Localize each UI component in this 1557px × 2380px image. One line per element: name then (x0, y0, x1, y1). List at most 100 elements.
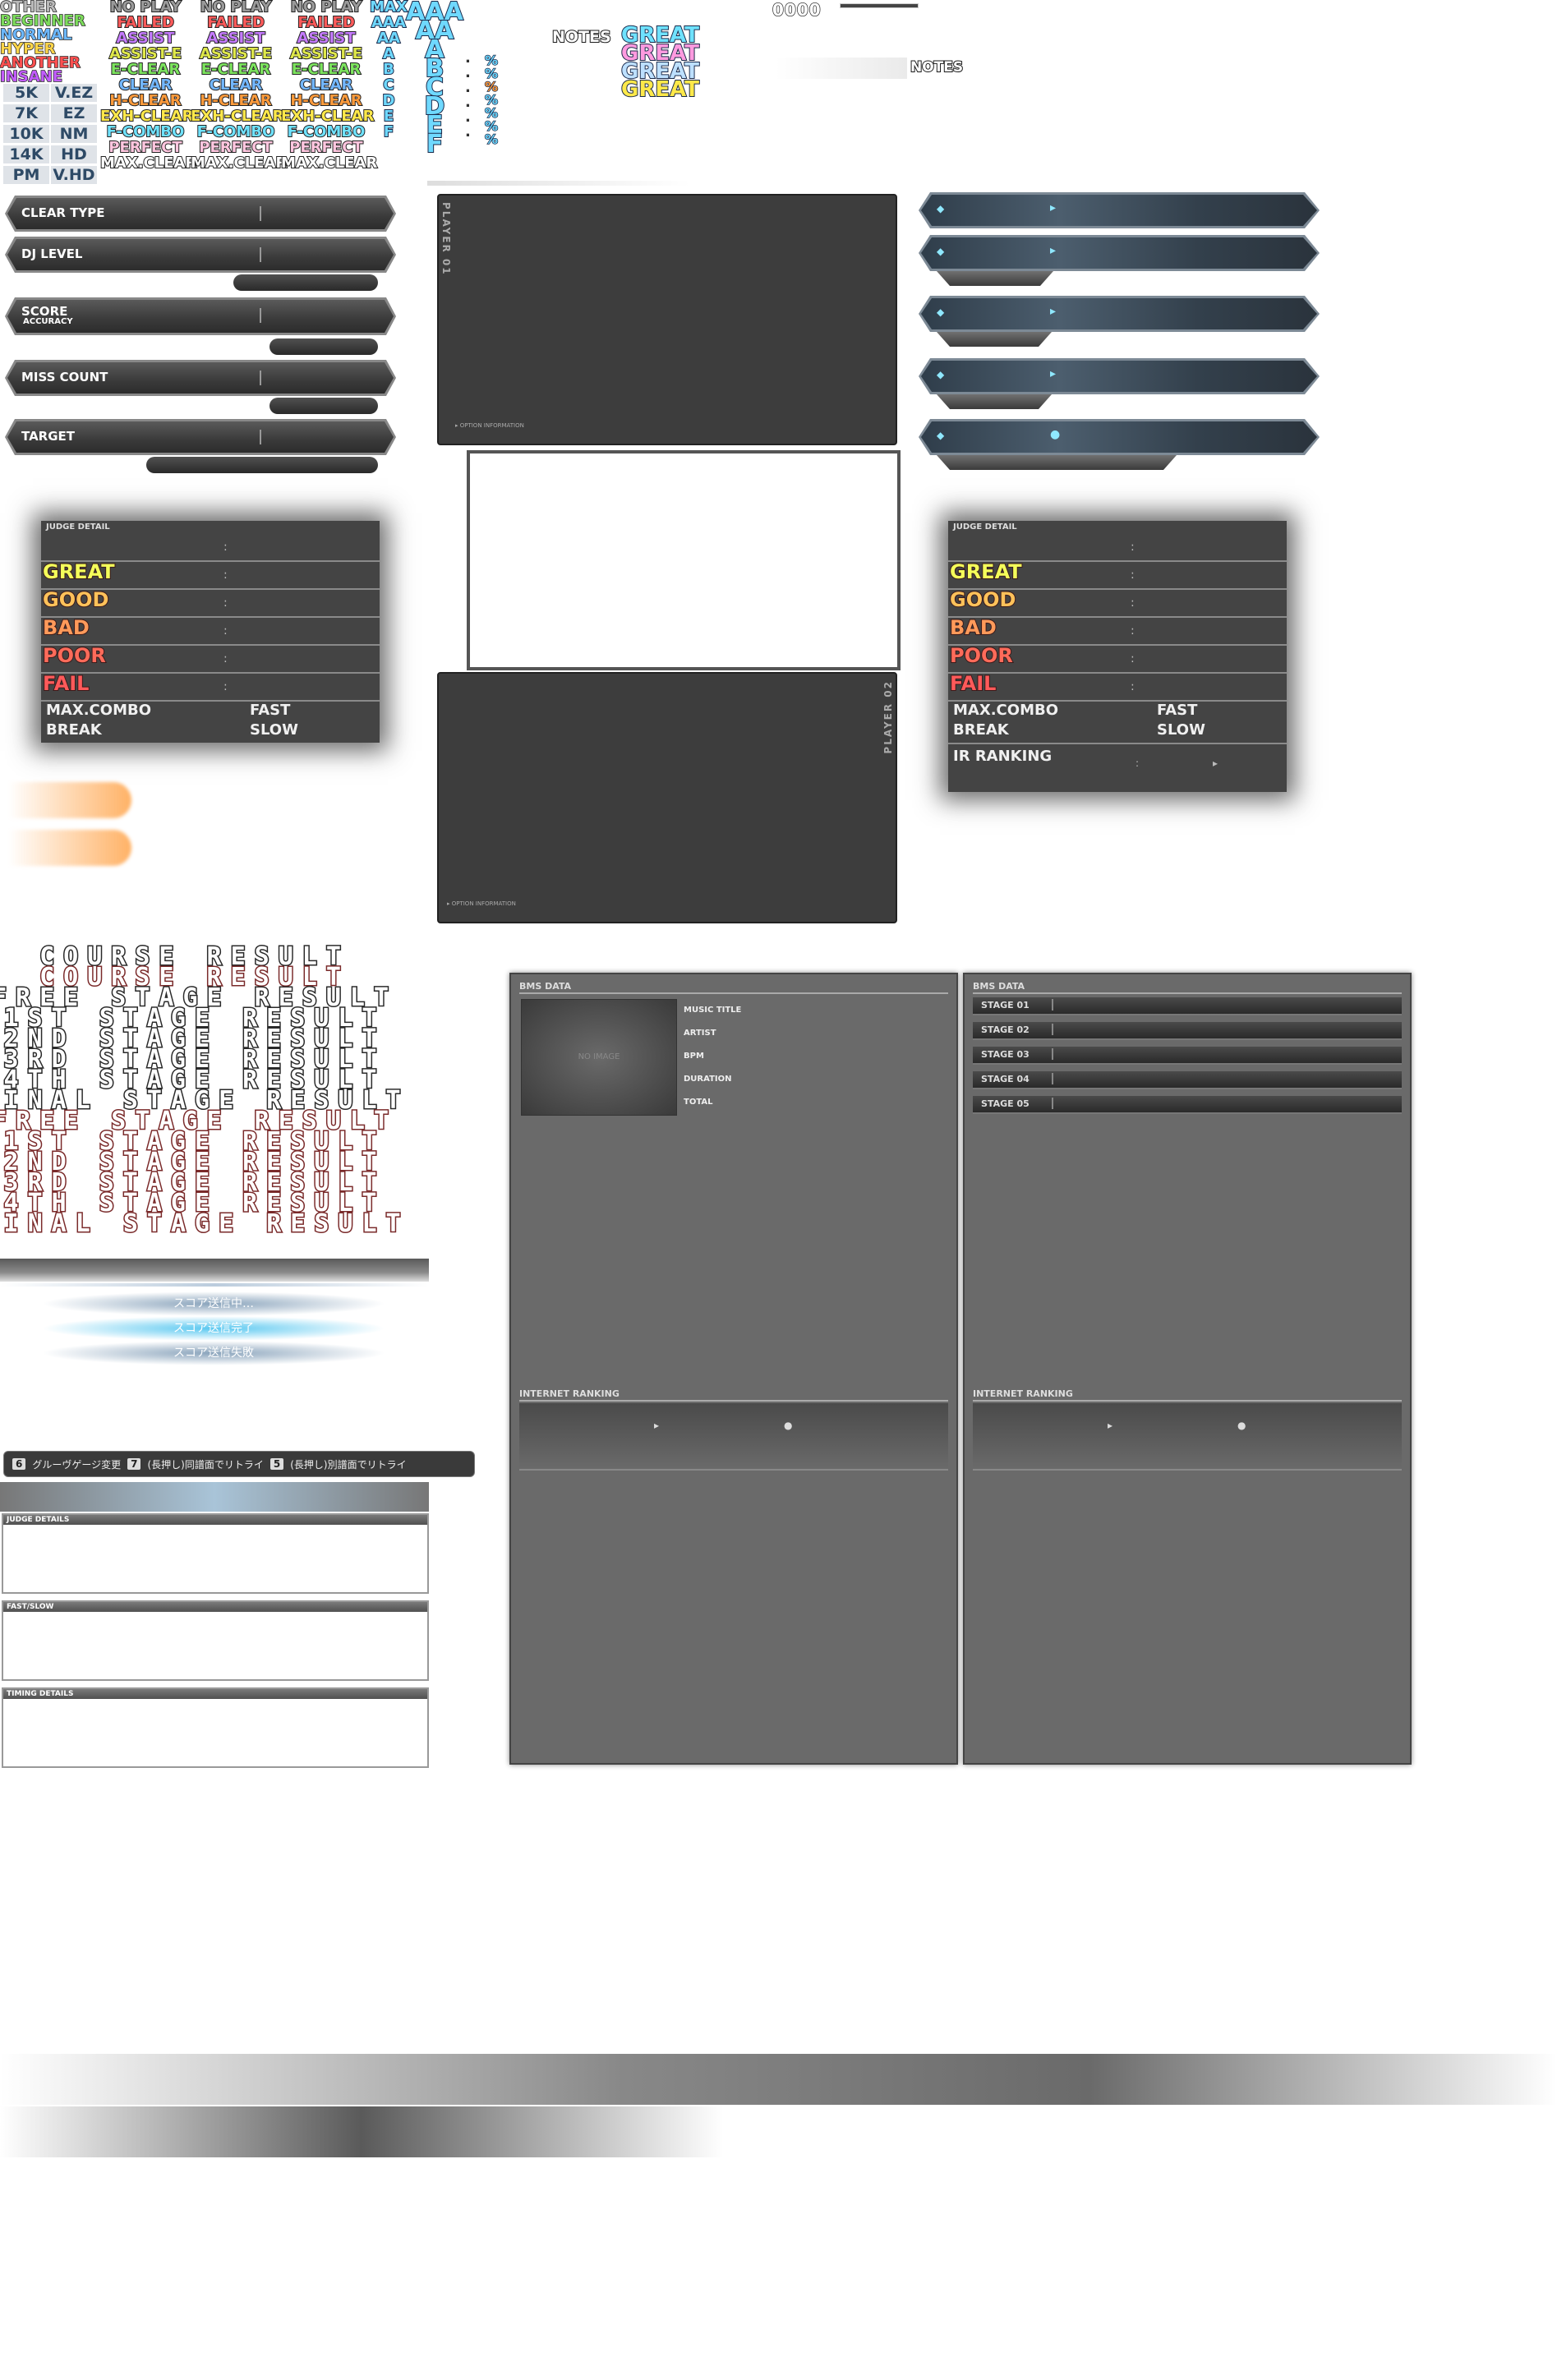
percent-dot-column: ...... (465, 51, 471, 143)
great-label: GREAT (620, 23, 700, 48)
player-02-option: ▸ OPTION INFORMATION (447, 900, 516, 907)
detail-box-title: TIMING DETAILS (7, 1690, 74, 1698)
great-label: GREAT (620, 41, 700, 66)
max-combo-right-label: MAX.COMBO (953, 702, 1059, 719)
judge-colon: : (1131, 541, 1135, 554)
player-01-option: ▸ OPTION INFORMATION (455, 422, 524, 429)
key-mode-tag: 7K (3, 104, 49, 122)
digit-underline (840, 3, 919, 8)
detail-box-header: JUDGE DETAILS (3, 1515, 427, 1525)
bms-data-left-panel: BMS DATA NO IMAGE MUSIC TITLE ARTIST BPM DU… (509, 973, 958, 1765)
big-rank-column: AAA AA A B C D E F (405, 0, 464, 158)
judge-row: GREAT: (948, 560, 1287, 590)
gauge-mode-tag: EZ (51, 104, 97, 122)
judge-detail-right: JUDGE DETAIL : GREAT: GOOD: BAD: POOR: FAIL:… (948, 521, 1287, 792)
judge-detail-right-header: JUDGE DETAIL (953, 522, 1017, 532)
stage-bar: STAGE 05 (973, 1096, 1402, 1114)
judge-colon: : (223, 652, 228, 665)
ir-status-text: スコア送信完了 (41, 1316, 386, 1341)
bar-inner (921, 361, 1317, 392)
judge-name: FAIL (42, 672, 90, 695)
judge-row: GOOD: (948, 588, 1287, 618)
right-status-bar: ◆ ▸ (919, 358, 1320, 394)
key-hint-text: グルーヴゲージ変更 (32, 1458, 122, 1471)
bar-left-dot-icon: ◆ (937, 203, 945, 214)
clear-type-label: CLEAR TYPE (21, 205, 105, 220)
score-bar: SCORE ACCURACY (5, 297, 396, 335)
bar-left-dot-icon: ◆ (937, 369, 945, 380)
gauge-mode-tag: V.EZ (51, 84, 97, 102)
stage-label: STAGE 04 (981, 1074, 1030, 1084)
notes-label-2: NOTES (910, 59, 964, 76)
miss-count-sub-pill (269, 398, 378, 414)
stage-bar: STAGE 02 (973, 1022, 1402, 1040)
stage-bar: STAGE 03 (973, 1047, 1402, 1065)
bar-inner (921, 421, 1317, 453)
digit-strip: 0000 (772, 0, 822, 21)
dj-level-sub-pill (233, 274, 378, 291)
judge-colon: : (1131, 680, 1135, 693)
judge-detail-left: JUDGE DETAIL : GREAT: GOOD: BAD: POOR: FAIL:… (41, 521, 380, 743)
stage-tick (1052, 999, 1053, 1010)
right-status-bar: ◆ ▸ (919, 296, 1320, 332)
right-status-tab (937, 455, 1177, 470)
miss-count-label: MISS COUNT (21, 370, 108, 384)
stage-tick (1052, 1073, 1053, 1084)
bms-left-header: BMS DATA (519, 981, 572, 992)
bar-arrow-icon: ▸ (1050, 305, 1057, 318)
clear-type-column-3: NO PLAY FAILED ASSIST ASSIST-E E-CLEAR CLEAR H… (280, 0, 378, 172)
bms-field-label: ARTIST (684, 1029, 716, 1038)
ranking-arrow-icon: ▸ (1108, 1420, 1113, 1431)
right-status-tab (937, 332, 1052, 347)
bms-data-right-panel: BMS DATA STAGE 01 STAGE 02 STAGE 03 STAGE 0… (963, 973, 1412, 1765)
judge-colon: : (223, 596, 228, 610)
bms-field-label: TOTAL (684, 1098, 713, 1107)
dj-level-label: DJ LEVEL (21, 246, 83, 261)
right-status-bar: ◆ ▸ (919, 192, 1320, 228)
stage-label: STAGE 03 (981, 1049, 1030, 1060)
bottom-gradient-strip-1 (0, 2054, 1557, 2105)
small-rank-column: MAX AAA AA A B C D E F (368, 0, 409, 140)
bms-left-ranking-label: INTERNET RANKING (519, 1388, 620, 1399)
ir-status-column: スコア送信中… スコア送信完了 スコア送信失敗 (16, 1291, 411, 1365)
target-sub-pill (146, 457, 378, 473)
stage-bar: STAGE 04 (973, 1071, 1402, 1089)
slow-right-label: SLOW (1157, 721, 1205, 739)
clear-type-column-1: NO PLAY FAILED ASSIST ASSIST-E E-CLEAR CLEAR H… (99, 0, 197, 172)
key-hint-key: 6 (12, 1458, 26, 1470)
judge-name: POOR (949, 644, 1014, 667)
detail-box: JUDGE DETAILS (2, 1513, 429, 1594)
right-status-tab (937, 271, 1053, 286)
ranking-dot-icon: ● (1237, 1420, 1246, 1431)
gauge-mode-tag: V.HD (51, 166, 97, 184)
bar-inner (921, 195, 1317, 226)
orange-glow-1 (8, 782, 131, 818)
bms-field-label: BPM (684, 1052, 704, 1061)
max-combo-label: MAX.COMBO (46, 702, 152, 719)
percent-glyph-column: %%%%%%% (484, 53, 499, 147)
small-rank-glyph: F (383, 123, 394, 140)
result-title: FINAL STAGE RESULT (0, 1209, 410, 1238)
player-01-panel: PLAYER 01 ▸ OPTION INFORMATION (437, 194, 897, 445)
percent-glyph: % (484, 131, 499, 147)
judge-colon: : (1131, 652, 1135, 665)
key-hint-text: (長押し)同譜面でリトライ (147, 1458, 264, 1471)
gauge-mode-tag: NM (51, 125, 97, 143)
bar-arrow-icon: ▸ (1050, 367, 1057, 380)
no-image-label: NO IMAGE (578, 1052, 620, 1061)
stage-bar: STAGE 01 (973, 997, 1402, 1015)
great-label-column: GREAT GREAT GREAT GREAT (620, 23, 700, 101)
judge-name: GOOD (42, 588, 109, 611)
target-label: TARGET (21, 429, 76, 444)
key-hint-bar: 6 グルーヴゲージ変更 7 (長押し)同譜面でリトライ 5 (長押し)別譜面でリトライ (3, 1451, 475, 1477)
difficulty-label-column: OTHER BEGINNER NORMAL HYPER ANOTHER INSANE (0, 0, 86, 85)
gauge-mode-tag: HD (51, 145, 97, 163)
judge-row: BAD: (948, 616, 1287, 646)
clear-type-column-2: NO PLAY FAILED ASSIST ASSIST-E E-CLEAR CLEAR H… (190, 0, 288, 172)
player-02-panel: PLAYER 02 ▸ OPTION INFORMATION (437, 672, 897, 923)
right-status-bar: ◆ ▸ (919, 235, 1320, 271)
bms-left-ranking-box: ▸ ● (519, 1403, 948, 1471)
judge-row: FAIL: (948, 672, 1287, 702)
stage-label: STAGE 02 (981, 1024, 1030, 1035)
detail-box-title: JUDGE DETAILS (7, 1516, 70, 1524)
